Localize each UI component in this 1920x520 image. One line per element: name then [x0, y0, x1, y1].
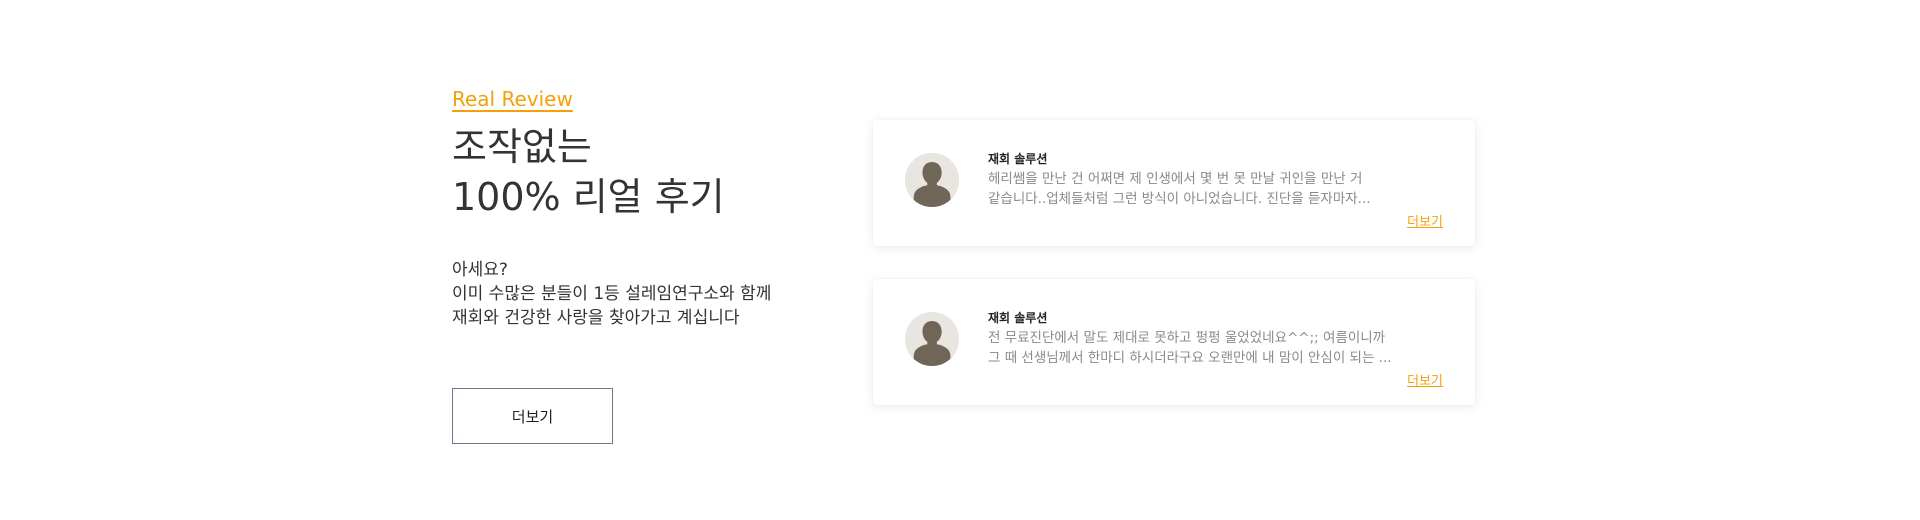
review-excerpt: 전 무료진단에서 말도 제대로 못하고 펑펑 울었었네요^^;; 여름이니까 그… [988, 328, 1428, 368]
review-excerpt-line: 전 무료진단에서 말도 제대로 못하고 펑펑 울었었네요^^;; 여름이니까 [988, 330, 1386, 346]
section-description: 아세요? 이미 수많은 분들이 1등 설레임연구소와 함께 재회와 건강한 사랑… [452, 258, 812, 330]
real-review-section: Real Review 조작없는 100% 리얼 후기 아세요? 이미 수많은 … [0, 0, 1920, 520]
review-excerpt: 헤리쌤을 만난 건 어쩌면 제 인생에서 몇 번 못 만날 귀인을 만난 거 같… [988, 169, 1428, 209]
review-card[interactable]: 재회 솔루션 전 무료진단에서 말도 제대로 못하고 펑펑 울었었네요^^;; … [873, 279, 1475, 405]
user-silhouette-icon [905, 153, 959, 207]
user-silhouette-icon [905, 312, 959, 366]
review-more-link[interactable]: 더보기 [1407, 211, 1443, 230]
review-category: 재회 솔루션 [988, 311, 1048, 325]
review-excerpt-line: 같습니다..업체들처럼 그런 방식이 아니었습니다. 진단을 듣자마자... [988, 191, 1371, 207]
section-title: 조작없는 100% 리얼 후기 [452, 122, 812, 222]
review-excerpt-line: 헤리쌤을 만난 건 어쩌면 제 인생에서 몇 번 못 만날 귀인을 만난 거 [988, 171, 1363, 187]
description-line-3: 재회와 건강한 사랑을 찾아가고 계십니다 [452, 308, 740, 328]
review-intro: Real Review 조작없는 100% 리얼 후기 아세요? 이미 수많은 … [452, 86, 812, 330]
review-card[interactable]: 재회 솔루션 헤리쌤을 만난 건 어쩌면 제 인생에서 몇 번 못 만날 귀인을… [873, 120, 1475, 246]
section-title-line-1: 조작없는 [452, 125, 592, 169]
description-line-2: 이미 수많은 분들이 1등 설레임연구소와 함께 [452, 284, 772, 304]
review-excerpt-line: 그 때 선생님께서 한마디 하시더라구요 오랜만에 내 맘이 안심이 되는 ..… [988, 350, 1392, 366]
description-line-1: 아세요? [452, 260, 508, 280]
more-reviews-button[interactable]: 더보기 [452, 388, 613, 444]
section-title-line-2: 100% 리얼 후기 [452, 175, 725, 219]
review-category: 재회 솔루션 [988, 152, 1048, 166]
review-more-link[interactable]: 더보기 [1407, 370, 1443, 389]
real-review-link[interactable]: Real Review [452, 86, 573, 112]
